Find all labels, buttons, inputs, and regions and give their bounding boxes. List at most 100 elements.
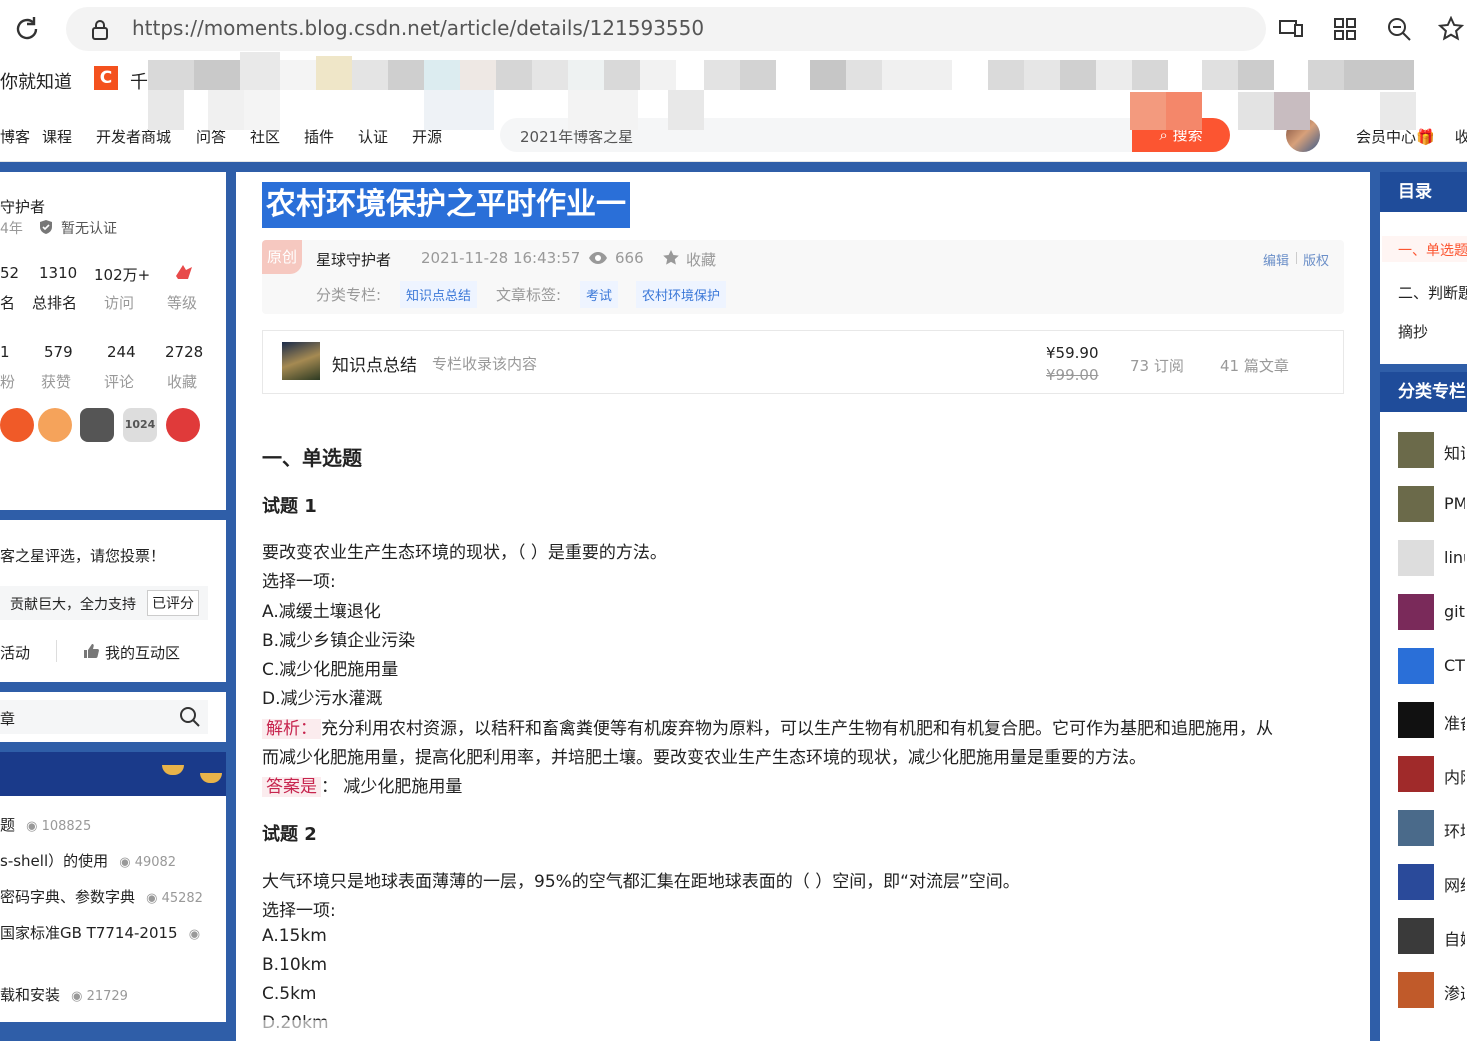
vote-text: 客之星评选，请您投票！ <box>0 547 166 565</box>
analysis-text: 充分利用农村资源，以秸秆和畜禽粪便等有机废弃物为原料，可以生产生物有机肥和有机复… <box>321 719 1273 739</box>
column-subscribers: 73 订阅 <box>1130 357 1184 375</box>
stat-label: 等级 <box>167 294 198 312</box>
edit-link[interactable]: 编辑 <box>1263 250 1289 269</box>
toc-item[interactable]: 二、判断题 <box>1398 282 1467 303</box>
nav-link[interactable]: 课程 <box>42 126 72 147</box>
category-label: 网络 <box>1444 876 1465 895</box>
category-label: 渗透 <box>1444 984 1465 1003</box>
stat-label: 访问 <box>104 294 135 312</box>
url-text[interactable]: https://moments.blog.csdn.net/article/de… <box>132 16 704 40</box>
badge-icon[interactable] <box>80 408 114 442</box>
csdn-logo-icon: C <box>94 66 118 90</box>
hot-article-item[interactable]: 密码字典、参数字典 ◉ 45282 <box>0 886 203 907</box>
bookmark-item[interactable]: 你就知道 <box>0 68 72 94</box>
stat-label: 评论 <box>104 373 135 391</box>
badge-1024-icon[interactable]: 1024 <box>123 408 157 442</box>
side-search-input[interactable] <box>0 700 208 734</box>
categories-title: 分类专栏 <box>1380 372 1467 412</box>
category-label: 自媒 <box>1444 930 1465 949</box>
view-count: ◉ 21729 <box>71 989 128 1004</box>
category-thumbnail <box>1398 972 1434 1008</box>
hot-article-title: 题 <box>0 816 16 834</box>
article-tag[interactable]: 考试 <box>580 281 619 308</box>
stat-label: 收藏 <box>167 373 198 391</box>
eye-icon: ◉ <box>26 819 38 834</box>
shield-icon <box>40 220 52 234</box>
category-thumbnail <box>1398 864 1434 900</box>
thumb-up-icon <box>84 644 99 658</box>
category-label: CTF <box>1444 656 1465 675</box>
question-heading: 试题 2 <box>262 824 317 845</box>
column-price: ¥59.90 <box>1046 344 1099 362</box>
column-name[interactable]: 知识点总结 <box>332 351 417 376</box>
profile-name[interactable]: 守护者 <box>0 196 45 217</box>
hot-article-item[interactable]: 题 ◉ 108825 <box>0 814 91 835</box>
hot-article-title: 载和安装 <box>0 986 61 1004</box>
category-label: PMP <box>1444 494 1465 513</box>
hot-article-item[interactable]: 国家标准GB T7714-2015 ◉ <box>0 922 200 943</box>
stat-value: 102万+ <box>94 266 151 284</box>
option: D.减少污水灌溉 <box>262 689 383 709</box>
category-thumbnail <box>1398 432 1434 468</box>
category-tag[interactable]: 知识点总结 <box>400 281 478 308</box>
stat-value: 2728 <box>165 343 204 361</box>
star-icon[interactable] <box>662 249 680 267</box>
nav-link[interactable]: 博客 <box>0 126 30 147</box>
eye-icon: ◉ <box>119 855 131 870</box>
badge-icon[interactable] <box>166 408 200 442</box>
toc-item[interactable]: 摘抄 <box>1398 321 1428 342</box>
category-label: 内网 <box>1444 768 1465 787</box>
zoom-icon[interactable] <box>1386 16 1412 42</box>
publish-time: 2021-11-28 16:43:57 <box>421 249 581 267</box>
hot-articles-header <box>0 752 226 796</box>
badge-icon[interactable] <box>0 408 34 442</box>
choose-prompt: 选择一项: <box>262 572 336 592</box>
reload-icon[interactable] <box>12 14 42 44</box>
search-icon[interactable] <box>178 705 202 729</box>
category-label: 分类专栏: <box>316 286 382 304</box>
redacted-mosaic <box>148 52 1416 130</box>
author-link[interactable]: 星球守护者 <box>316 249 391 270</box>
hot-article-views: 49082 <box>134 855 177 870</box>
eye-icon <box>589 252 607 264</box>
copyright-link[interactable]: 版权 <box>1303 250 1329 269</box>
hot-article-views: 108825 <box>41 819 92 834</box>
eye-icon: ◉ <box>71 989 83 1004</box>
bookmark-item[interactable]: 千 <box>130 68 148 94</box>
stat-label: 获赞 <box>41 373 72 391</box>
option-clip: D.20km <box>236 1014 1370 1041</box>
toc-title: 目录 <box>1380 172 1467 212</box>
interact-link[interactable]: 我的互动区 <box>105 642 180 663</box>
stat-value: 579 <box>44 343 73 361</box>
column-old-price: ¥99.00 <box>1046 366 1099 384</box>
option: C.5km <box>262 984 317 1004</box>
section-heading: 一、单选题 <box>262 446 362 470</box>
article-tag[interactable]: 农村环境保护 <box>636 281 727 308</box>
stat-value: 1 <box>0 343 10 361</box>
eye-icon: ◉ <box>146 891 158 906</box>
column-desc: 专栏收录该内容 <box>432 355 538 373</box>
hot-article-item[interactable]: s-shell）的使用 ◉ 49082 <box>0 850 176 871</box>
analysis-label: 解析： <box>262 719 321 739</box>
article-title: 农村环境保护之平时作业一 <box>262 182 630 228</box>
category-label: 准备 <box>1444 714 1465 733</box>
option: A.减缓土壤退化 <box>262 602 381 622</box>
activity-link[interactable]: 活动 <box>0 642 30 663</box>
rated-button[interactable]: 已评分 <box>147 590 199 616</box>
stat-value: 1310 <box>39 264 78 282</box>
divider <box>56 640 57 662</box>
category-thumbnail <box>1398 648 1434 684</box>
level-icon <box>176 265 192 279</box>
stat-label: 名 <box>0 294 16 312</box>
badge-icon[interactable] <box>38 408 72 442</box>
apps-icon[interactable] <box>1332 16 1358 42</box>
favorite-button[interactable]: 收藏 <box>686 249 716 270</box>
option: A.15km <box>262 926 327 946</box>
divider <box>1296 252 1297 264</box>
devices-icon[interactable] <box>1278 16 1304 42</box>
lock-icon[interactable] <box>90 19 110 41</box>
favorite-add-icon[interactable] <box>1438 16 1464 42</box>
toc-item[interactable]: 一、单选题 <box>1398 240 1467 260</box>
stat-value: 244 <box>107 343 136 361</box>
hot-article-item[interactable]: 载和安装 ◉ 21729 <box>0 984 128 1005</box>
